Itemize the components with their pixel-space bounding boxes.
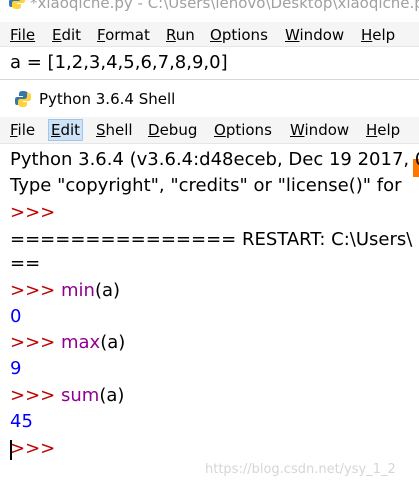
output-min: 0	[10, 306, 22, 327]
editor-menu-run[interactable]: Run	[164, 25, 197, 45]
shell-menubar: File Edit Shell Debug Options Window Hel…	[0, 117, 419, 144]
command-max: >>> max(a)	[10, 332, 125, 353]
shell-menu-options[interactable]: Options	[212, 120, 274, 140]
code-line: a = [1,2,3,4,5,6,7,8,9,0]	[10, 52, 228, 73]
editor-menu-window[interactable]: Window	[283, 25, 346, 45]
command-sum: >>> sum(a)	[10, 385, 124, 406]
text-cursor	[10, 440, 12, 460]
command-min: >>> min(a)	[10, 280, 120, 301]
shell-window-title: Python 3.6.4 Shell	[39, 90, 176, 108]
shell-menu-debug[interactable]: Debug	[146, 120, 199, 140]
editor-menubar: File Edit Format Run Options Window Help	[0, 22, 419, 47]
shell-menu-help[interactable]: Help	[364, 120, 402, 140]
editor-window-title: *xiaoqiche.py - C:\Users\lenovo\Desktop\…	[30, 0, 419, 12]
output-max: 9	[10, 358, 22, 379]
call-args: (a)	[94, 280, 121, 301]
python-icon	[8, 0, 26, 14]
shell-menu-edit[interactable]: Edit	[48, 119, 84, 141]
editor-menu-format[interactable]: Format	[95, 25, 152, 45]
banner-line-1: Python 3.6.4 (v3.6.4:d48eceb, Dec 19 201…	[10, 149, 419, 170]
call-args: (a)	[100, 332, 126, 353]
editor-menu-options[interactable]: Options	[208, 25, 270, 45]
call-args: (a)	[99, 385, 125, 406]
restart-line: =============== RESTART: C:\Users\	[10, 229, 413, 250]
prompt: >>>	[10, 202, 56, 223]
builtin-min: min	[60, 280, 95, 301]
editor-code-area[interactable]: a = [1,2,3,4,5,6,7,8,9,0]	[0, 49, 419, 80]
prompt: >>>	[10, 332, 56, 353]
shell-titlebar: Python 3.6.4 Shell	[0, 84, 419, 114]
shell-output-area[interactable]: Python 3.6.4 (v3.6.4:d48eceb, Dec 19 201…	[0, 145, 419, 491]
python-icon	[14, 90, 32, 112]
output-sum: 45	[10, 411, 33, 432]
shell-menu-window[interactable]: Window	[288, 120, 351, 140]
shell-menu-file[interactable]: File	[8, 120, 37, 140]
banner-line-2: Type "copyright", "credits" or "license(…	[10, 175, 402, 196]
builtin-sum: sum	[60, 385, 100, 406]
watermark: https://blog.csdn.net/ysy_1_2	[205, 462, 396, 477]
builtin-max: max	[60, 332, 101, 353]
editor-menu-edit[interactable]: Edit	[50, 25, 83, 45]
restart-line-continued: ==	[10, 253, 41, 274]
shell-menu-shell[interactable]: Shell	[94, 120, 135, 140]
prompt: >>>	[10, 280, 56, 301]
editor-titlebar: *xiaoqiche.py - C:\Users\lenovo\Desktop\…	[0, 0, 419, 14]
prompt: >>>	[10, 385, 56, 406]
editor-menu-help[interactable]: Help	[359, 25, 397, 45]
editor-menu-file[interactable]: File	[8, 25, 37, 45]
prompt-current: >>>	[10, 438, 56, 459]
